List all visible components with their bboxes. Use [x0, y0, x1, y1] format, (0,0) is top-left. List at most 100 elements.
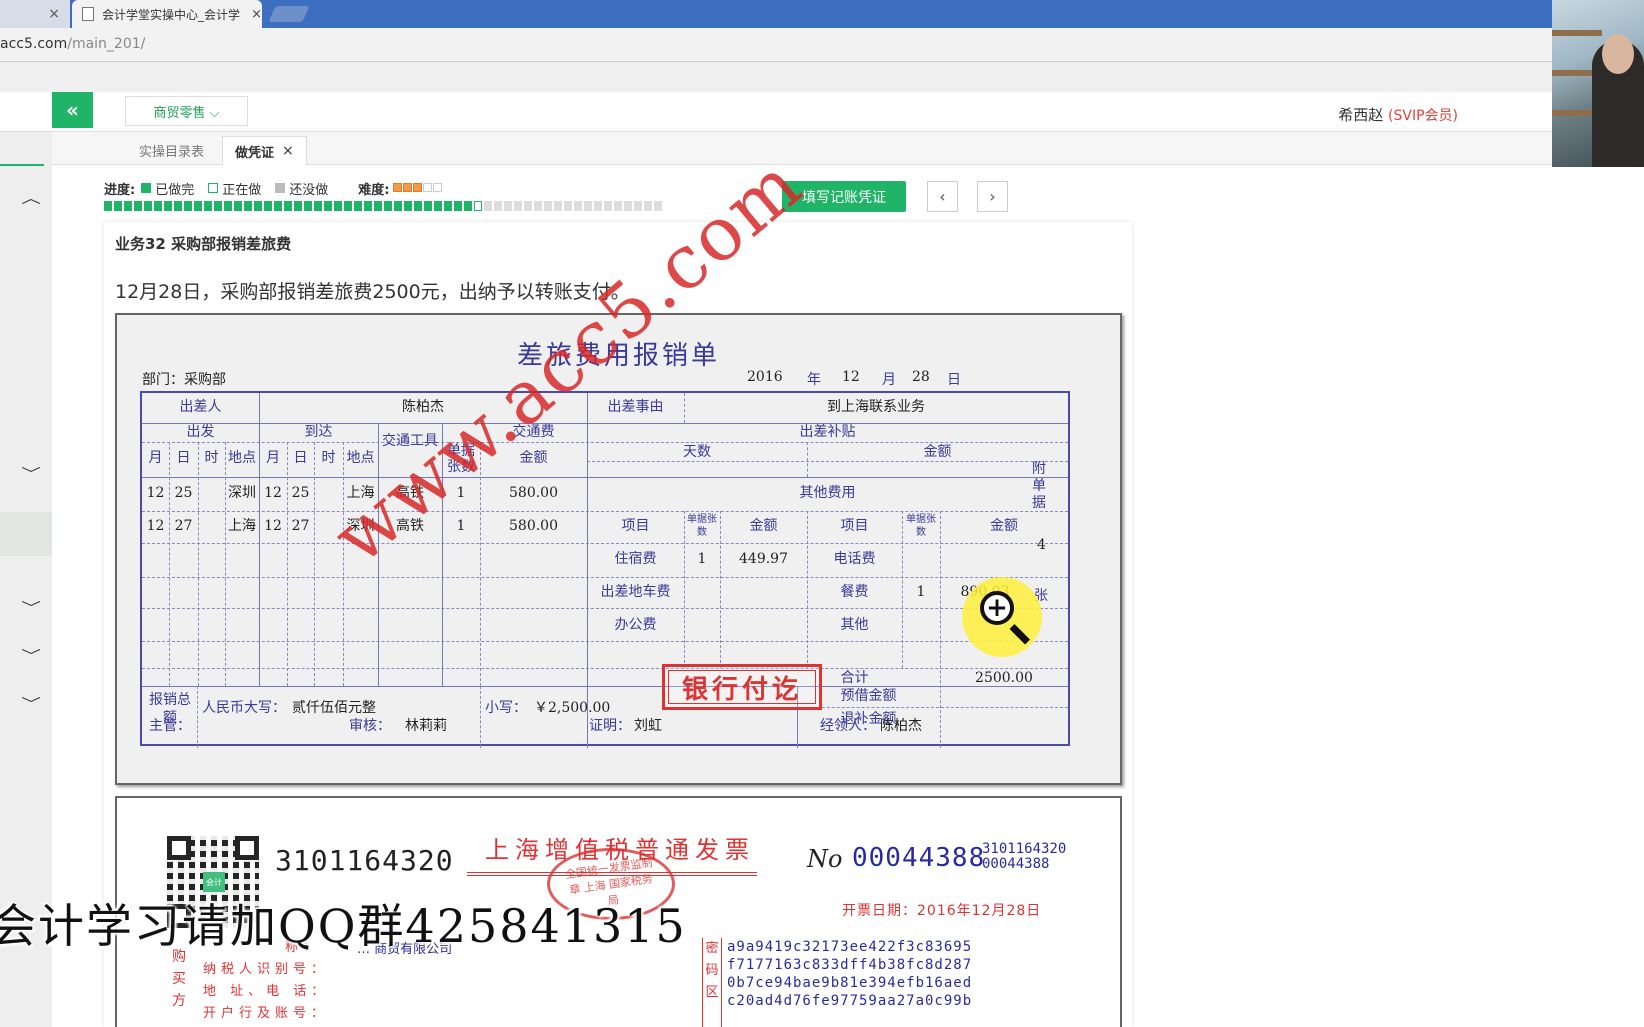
progress-segment[interactable] — [154, 201, 162, 211]
industry-select[interactable]: 商贸零售 ⌵ — [125, 96, 248, 126]
progress-segment[interactable] — [364, 201, 372, 211]
previous-button[interactable]: ‹ — [927, 181, 958, 212]
progress-segment[interactable] — [144, 201, 152, 211]
progress-segment[interactable] — [134, 201, 142, 211]
progress-segment[interactable] — [524, 201, 532, 211]
progress-segment[interactable] — [414, 201, 422, 211]
form-day: 28 — [912, 369, 930, 385]
progress-segment[interactable] — [194, 201, 202, 211]
progress-segment[interactable] — [594, 201, 602, 211]
progress-segment[interactable] — [274, 201, 282, 211]
toolbar-band — [0, 62, 1552, 92]
progress-segment[interactable] — [314, 201, 322, 211]
progress-segment[interactable] — [244, 201, 252, 211]
vip-badge: (SVIP会员) — [1388, 108, 1458, 124]
progress-segment[interactable] — [254, 201, 262, 211]
progress-segment[interactable] — [544, 201, 552, 211]
progress-segment[interactable] — [374, 201, 382, 211]
chevron-down-icon[interactable]: ﹀ — [21, 464, 41, 484]
progress-segment[interactable] — [574, 201, 582, 211]
travel-expense-form: 差旅费用报销单 部门：采购部 2016 年 12 月 28 日 出差人 陈柏杰 … — [115, 141, 1122, 785]
cipher-area-label: 密码区 — [702, 938, 722, 1027]
progress-segment[interactable] — [614, 201, 622, 211]
user-info[interactable]: 希西赵 (SVIP会员) — [1338, 104, 1458, 125]
progress-segment[interactable] — [514, 201, 522, 211]
progress-segment[interactable] — [304, 201, 312, 211]
browser-tab-bar: × 会计学堂实操中心_会计学 × — [0, 0, 1552, 28]
progress-segment[interactable] — [444, 201, 452, 211]
progress-segment[interactable] — [604, 201, 612, 211]
progress-segment[interactable] — [554, 201, 562, 211]
progress-segment[interactable] — [504, 201, 512, 211]
progress-segment[interactable] — [624, 201, 632, 211]
tab-make-voucher[interactable]: 做凭证 × — [222, 136, 307, 165]
progress-segment[interactable] — [344, 201, 352, 211]
progress-segment[interactable] — [264, 201, 272, 211]
task-description: 12月28日，采购部报销差旅费2500元，出纳予以转账支付。 — [115, 281, 630, 303]
trip-reason: 到上海联系业务 — [827, 399, 925, 415]
progress-segment[interactable] — [324, 201, 332, 211]
progress-segment[interactable] — [204, 201, 212, 211]
next-button[interactable]: › — [977, 181, 1008, 212]
progress-segment[interactable] — [114, 201, 122, 211]
fill-voucher-button[interactable]: 填写记账凭证 — [782, 181, 906, 212]
task-title: 业务32 采购部报销差旅费 — [115, 235, 292, 253]
new-tab-button[interactable] — [268, 6, 310, 22]
difficulty-star-icon — [413, 182, 423, 192]
doing-swatch — [208, 183, 219, 193]
traveler-name: 陈柏杰 — [402, 399, 444, 415]
webcam-overlay — [1552, 0, 1644, 167]
progress-segment[interactable] — [534, 201, 542, 211]
done-swatch — [141, 183, 152, 193]
progress-segment[interactable] — [564, 201, 572, 211]
progress-segment[interactable] — [184, 201, 192, 211]
close-icon[interactable]: × — [251, 7, 262, 22]
progress-segment[interactable] — [124, 201, 132, 211]
progress-segment[interactable] — [634, 201, 642, 211]
tab-practice-directory[interactable]: 实操目录表 — [127, 136, 216, 165]
difficulty-star-icon — [393, 182, 403, 192]
zoom-cursor[interactable]: + — [962, 577, 1042, 657]
qq-group-banner: 会计学习请加QQ群425841315 — [0, 899, 687, 953]
chevron-down-icon[interactable]: ﹀ — [21, 694, 41, 714]
progress-segment[interactable] — [424, 201, 432, 211]
app-header: « 商贸零售 ⌵ 希西赵 (SVIP会员) — [0, 92, 1552, 132]
address-bar[interactable]: acc5.com/main_201/ — [0, 28, 1552, 62]
progress-segment[interactable] — [384, 201, 392, 211]
progress-segment[interactable] — [334, 201, 342, 211]
browser-tab-active[interactable]: 会计学堂实操中心_会计学 × — [72, 0, 262, 28]
sidebar-active-item[interactable] — [0, 512, 52, 556]
url-text[interactable]: acc5.com/main_201/ — [0, 36, 145, 52]
browser-tab-previous[interactable]: × — [0, 0, 70, 28]
progress-segment[interactable] — [454, 201, 462, 211]
invoice-code: 3101164320 — [275, 844, 454, 877]
chevron-down-icon[interactable]: ﹀ — [21, 598, 41, 618]
progress-segment[interactable] — [494, 201, 502, 211]
progress-segment[interactable] — [224, 201, 232, 211]
progress-segment[interactable] — [394, 201, 402, 211]
progress-segment[interactable] — [434, 201, 442, 211]
progress-segment[interactable] — [294, 201, 302, 211]
chevron-down-icon[interactable]: ﹀ — [21, 646, 41, 666]
progress-segment[interactable] — [174, 201, 182, 211]
chevron-up-icon[interactable]: ︿ — [21, 188, 41, 208]
invoice-number: 00044388 — [852, 843, 986, 873]
progress-segment[interactable] — [104, 201, 112, 211]
progress-segment[interactable] — [474, 201, 482, 211]
progress-segment[interactable] — [654, 201, 662, 211]
progress-segment[interactable] — [464, 201, 472, 211]
progress-segment[interactable] — [284, 201, 292, 211]
progress-segment[interactable] — [234, 201, 242, 211]
progress-segment[interactable] — [214, 201, 222, 211]
progress-segment[interactable] — [484, 201, 492, 211]
progress-segment[interactable] — [584, 201, 592, 211]
progress-segment[interactable] — [164, 201, 172, 211]
invoice-code-small: 3101164320 00044388 — [982, 841, 1067, 872]
sidebar-top-item[interactable] — [0, 132, 44, 166]
close-icon[interactable]: × — [48, 6, 60, 22]
collapse-sidebar-button[interactable]: « — [52, 92, 93, 128]
progress-segment[interactable] — [644, 201, 652, 211]
progress-segment[interactable] — [404, 201, 412, 211]
progress-segment[interactable] — [354, 201, 362, 211]
close-icon[interactable]: × — [282, 143, 294, 159]
